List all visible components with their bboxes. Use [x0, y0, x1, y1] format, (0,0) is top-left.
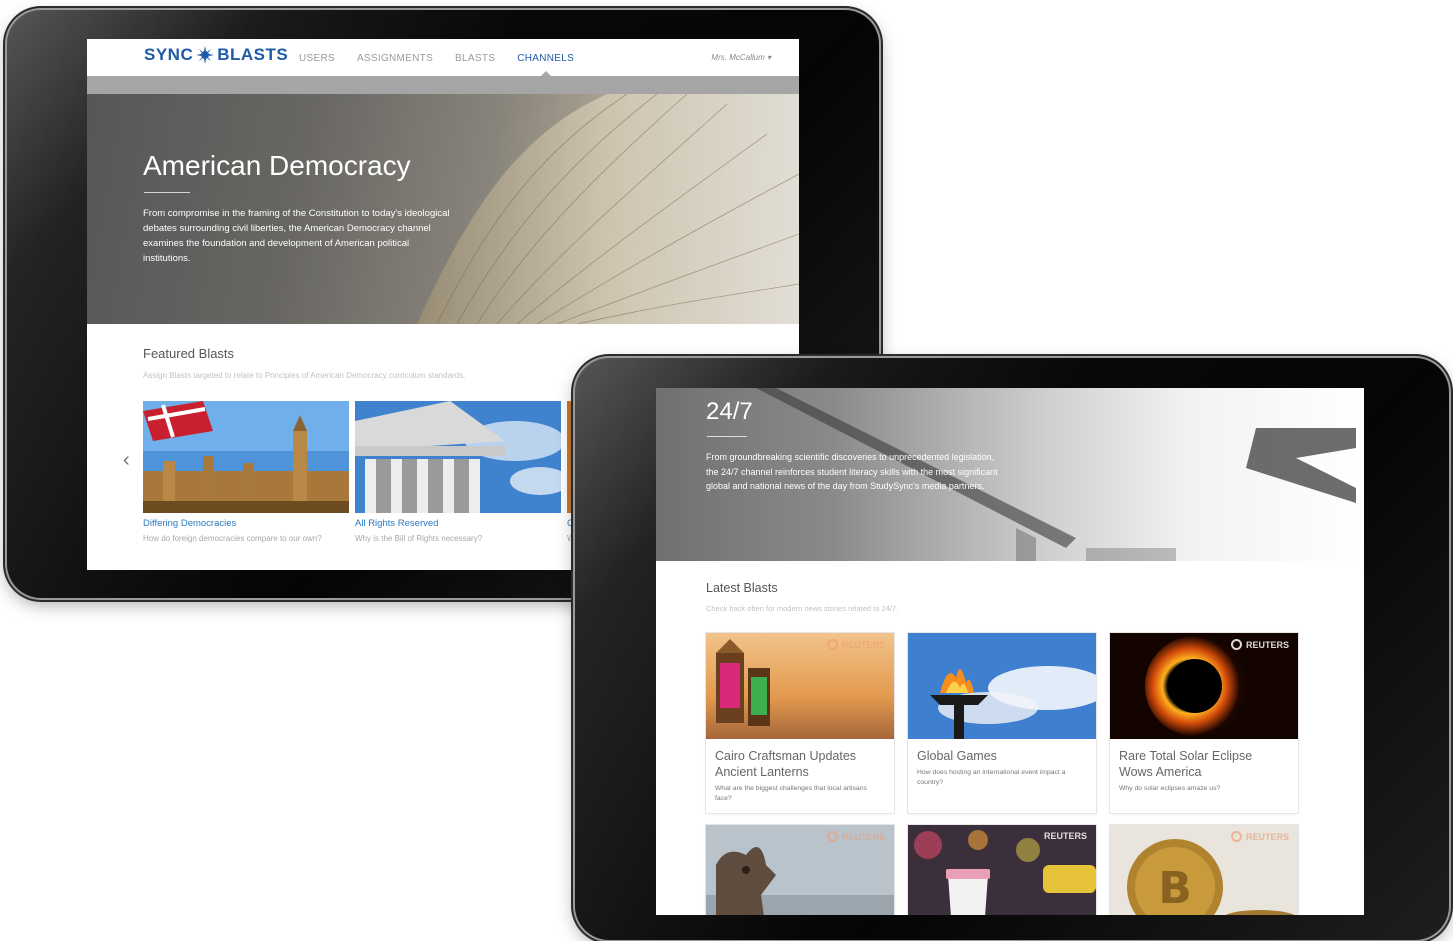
card-subtitle: Why do solar eclipses amaze us? [1119, 785, 1221, 792]
featured-title: Featured Blasts [143, 346, 235, 361]
tablet-front: 24/7 From groundbreaking scientific disc… [575, 358, 1449, 940]
blast-card[interactable]: REUTERS [706, 825, 894, 915]
blast-card[interactable]: B REUTERS [1110, 825, 1298, 915]
reuters-logo-icon [1230, 639, 1242, 650]
blast-card[interactable]: Global Games How does hosting an interna… [908, 633, 1096, 813]
blast-card[interactable]: REUTERS [908, 825, 1096, 915]
coffee-city-image: REUTERS [908, 825, 1096, 915]
blast-card[interactable]: Differing Democracies How do foreign dem… [143, 401, 349, 544]
hero-description: From groundbreaking scientific discoveri… [706, 452, 998, 491]
featured-subtitle: Assign Blasts targeted to relate to Prin… [143, 371, 466, 380]
nav-blasts[interactable]: BLASTS [455, 53, 495, 64]
card-subtitle: Why is the Bill of Rights necessary? [355, 534, 483, 543]
card-title[interactable]: Rare Total Solar Eclipse Wows America [1110, 739, 1298, 780]
brand-logo[interactable]: SYNC BLASTS [144, 45, 288, 65]
nav-assignments[interactable]: ASSIGNMENTS [357, 53, 433, 64]
reuters-label: REUTERS [841, 639, 885, 650]
hero-divider [144, 192, 190, 193]
reuters-badge: REUTERS [1230, 639, 1289, 650]
nav-users[interactable]: USERS [299, 53, 335, 64]
brand-blasts: BLASTS [217, 45, 289, 64]
nav-channels[interactable]: CHANNELS [517, 53, 574, 76]
reuters-badge: REUTERS [1044, 831, 1087, 841]
reuters-logo-icon [1230, 831, 1242, 842]
card-subtitle: How do foreign democracies compare to ou… [143, 534, 322, 543]
hero-banner: American Democracy From compromise in th… [87, 94, 799, 324]
card-title[interactable]: Global Games [908, 739, 1096, 764]
card-title[interactable]: Differing Democracies [143, 518, 349, 529]
eclipse-image: REUTERS [1110, 633, 1298, 739]
hero-title: American Democracy [143, 150, 411, 181]
channel-247-screen: 24/7 From groundbreaking scientific disc… [656, 388, 1364, 915]
card-subtitle: What are the biggest challenges that loc… [715, 785, 867, 802]
hero-banner: 24/7 From groundbreaking scientific disc… [656, 388, 1364, 561]
hero-description: From compromise in the framing of the Co… [143, 208, 450, 264]
reuters-label: REUTERS [1245, 831, 1289, 842]
reuters-badge: REUTERS [826, 639, 885, 650]
user-menu[interactable]: Mrs. McCallum ▾ [711, 53, 771, 62]
reuters-label: REUTERS [1043, 831, 1087, 841]
lanterns-image: REUTERS [706, 633, 894, 739]
reuters-badge: REUTERS [826, 831, 885, 842]
subnav-band [87, 76, 799, 94]
nav-links: USERS ASSIGNMENTS BLASTS CHANNELS [299, 53, 574, 76]
reuters-logo-icon [826, 639, 838, 650]
reuters-label: REUTERS [1245, 639, 1289, 650]
parliament-image [143, 401, 349, 513]
bitcoin-image: B REUTERS [1110, 825, 1298, 915]
reuters-label: REUTERS [841, 831, 885, 842]
torch-image [908, 633, 1096, 739]
latest-subtitle: Check back often for modern news stories… [706, 604, 899, 613]
reuters-badge: REUTERS [1230, 831, 1289, 842]
hero-divider [707, 436, 747, 437]
top-nav: SYNC BLASTS USERS ASSIGNMENTS BLASTS CHA… [87, 39, 799, 76]
chevron-left-icon[interactable]: ‹ [123, 449, 130, 472]
card-title[interactable]: All Rights Reserved [355, 518, 561, 529]
brand-sync: SYNC [144, 45, 194, 64]
blast-card[interactable]: REUTERS Cairo Craftsman Updates Ancient … [706, 633, 894, 813]
supreme-court-image [355, 401, 561, 513]
reuters-logo-icon [826, 831, 838, 842]
latest-title: Latest Blasts [706, 581, 778, 595]
gargoyle-image: REUTERS [706, 825, 894, 915]
card-title[interactable]: Cairo Craftsman Updates Ancient Lanterns [706, 739, 894, 780]
svg-text:B: B [1158, 863, 1192, 914]
hero-title: 24/7 [706, 398, 753, 425]
sunburst-icon [196, 46, 215, 64]
card-subtitle: How does hosting an international event … [917, 769, 1066, 786]
blast-card[interactable]: REUTERS Rare Total Solar Eclipse Wows Am… [1110, 633, 1298, 813]
blast-card[interactable]: All Rights Reserved Why is the Bill of R… [355, 401, 561, 544]
